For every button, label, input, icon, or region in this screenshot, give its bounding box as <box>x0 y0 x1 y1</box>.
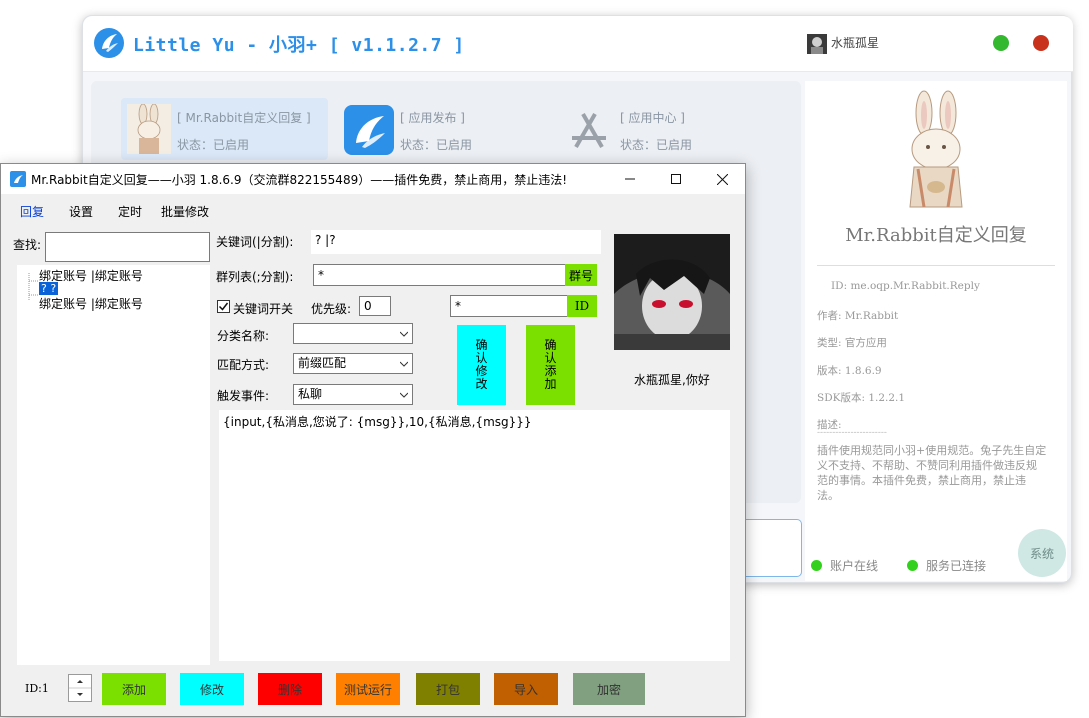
match-select[interactable]: 前缀匹配 <box>293 353 413 374</box>
reply-tree[interactable]: 绑定账号 |绑定账号 ? ? 绑定账号 |绑定账号 <box>17 265 210 665</box>
confirm-add-button[interactable]: 确认添加 <box>526 325 575 405</box>
test-run-button[interactable]: 测试运行 <box>336 673 400 705</box>
id-stepper[interactable] <box>68 674 92 702</box>
trigger-label: 触发事件: <box>217 389 270 403</box>
category-label: 分类名称: <box>217 329 270 343</box>
confirm-modify-button[interactable]: 确认修改 <box>457 325 506 405</box>
plugin-status: 状态：已启用 <box>400 138 473 152</box>
close-button[interactable] <box>699 164 745 194</box>
plugin-detail-panel: Mr.Rabbit自定义回复 ID: me.oqp.Mr.Rabbit.Repl… <box>805 81 1067 581</box>
stepper-arrows-icon <box>69 680 91 696</box>
plugin-description: 插件使用规范同小羽+使用规范。兔子先生自定义不支持、不帮助、不赞同利用插件做违反… <box>817 444 1047 502</box>
plugin-version: 版本: 1.8.6.9 <box>817 365 882 377</box>
tab-reply[interactable]: 回复 <box>20 203 44 220</box>
id-input[interactable]: * <box>450 295 568 317</box>
tab-batch-edit[interactable]: 批量修改 <box>161 203 209 220</box>
plugin-name: [ 应用发布 ] <box>400 111 465 125</box>
pack-button[interactable]: 打包 <box>416 673 480 705</box>
plugin-window: Mr.Rabbit自定义回复——小羽 1.8.6.9（交流群822155489）… <box>0 163 746 717</box>
plugin-card-rabbit[interactable]: [ Mr.Rabbit自定义回复 ] 状态：已启用 <box>121 98 328 160</box>
group-number-button[interactable]: 群号 <box>565 264 597 286</box>
plugin-window-titlebar: Mr.Rabbit自定义回复——小羽 1.8.6.9（交流群822155489）… <box>1 164 745 194</box>
plugin-detail-name: Mr.Rabbit自定义回复 <box>845 225 1027 246</box>
message-input[interactable] <box>738 519 802 577</box>
plugin-card-publish[interactable]: [ 应用发布 ] 状态：已启用 <box>344 98 544 160</box>
plugin-sdk-version: SDK版本: 1.2.2.1 <box>817 392 906 404</box>
greeting-text: 水瓶孤星,你好 <box>634 373 710 387</box>
plugin-status: 状态：已启用 <box>620 138 693 152</box>
account-status-dot <box>811 560 822 571</box>
system-button[interactable]: 系统 <box>1018 529 1066 577</box>
match-label: 匹配方式: <box>217 358 270 372</box>
app-logo-icon <box>93 27 125 59</box>
user-avatar <box>614 234 730 350</box>
service-status: 服务已连接 <box>926 559 987 573</box>
account-status: 账户在线 <box>830 559 879 573</box>
launcher-titlebar: Little Yu - 小羽+ [ v1.1.2.7 ] 水瓶孤星 <box>83 16 1073 72</box>
divider <box>817 265 1055 266</box>
feather-icon <box>344 105 394 155</box>
tree-item[interactable]: 绑定账号 |绑定账号 <box>39 295 143 312</box>
reply-content-textarea[interactable]: {input,{私消息,您说了: {msg}},10,{私消息,{msg}}} <box>219 410 730 661</box>
minimize-button[interactable] <box>993 35 1009 51</box>
user-avatar[interactable] <box>807 34 827 54</box>
group-list-input[interactable]: * <box>313 264 567 286</box>
keyword-label: 关键词(|分割): <box>216 235 294 249</box>
confirm-modify-label: 确认修改 <box>475 338 488 391</box>
delete-button[interactable]: 删除 <box>258 673 322 705</box>
priority-input[interactable]: 0 <box>359 296 391 316</box>
import-button[interactable]: 导入 <box>494 673 558 705</box>
plugin-card-app-center[interactable]: [ 应用中心 ] 状态：已启用 <box>564 98 764 160</box>
add-button[interactable]: 添加 <box>102 673 166 705</box>
category-select[interactable] <box>293 323 413 344</box>
plugin-id: ID: me.oqp.Mr.Rabbit.Reply <box>831 280 980 292</box>
priority-label: 优先级: <box>311 302 352 316</box>
chevron-down-icon <box>400 331 408 337</box>
plugin-window-title: Mr.Rabbit自定义回复——小羽 1.8.6.9（交流群822155489）… <box>31 173 568 187</box>
plugin-name: [ 应用中心 ] <box>620 111 685 125</box>
plugin-type: 类型: 官方应用 <box>817 337 887 349</box>
keyword-switch-label: 关键词开关 <box>233 302 294 316</box>
app-store-icon <box>564 105 614 155</box>
rabbit-icon <box>127 104 171 154</box>
plugin-name: [ Mr.Rabbit自定义回复 ] <box>177 111 311 125</box>
search-label: 查找: <box>13 238 42 252</box>
tab-schedule[interactable]: 定时 <box>118 203 142 220</box>
keyword-input[interactable]: ? |? <box>311 230 601 254</box>
id-label: ID:1 <box>25 682 49 695</box>
keyword-switch-checkbox[interactable] <box>217 300 230 313</box>
launcher-title: Little Yu - 小羽+ [ v1.1.2.7 ] <box>133 35 465 56</box>
encrypt-button[interactable]: 加密 <box>573 673 645 705</box>
modify-button[interactable]: 修改 <box>180 673 244 705</box>
rabbit-illustration <box>888 89 984 209</box>
service-status-dot <box>907 560 918 571</box>
description-divider: ----------------------- <box>817 428 887 438</box>
plugin-author: 作者: Mr.Rabbit <box>817 310 899 322</box>
group-list-label: 群列表(;分割): <box>216 270 294 284</box>
tree-item-selected[interactable]: ? ? <box>39 282 59 295</box>
chevron-down-icon <box>400 361 408 367</box>
trigger-select[interactable]: 私聊 <box>293 384 413 405</box>
close-button[interactable] <box>1033 35 1049 51</box>
match-value: 前缀匹配 <box>298 356 347 370</box>
current-user-name[interactable]: 水瓶孤星 <box>831 34 879 51</box>
confirm-add-label: 确认添加 <box>544 338 557 391</box>
minimize-button[interactable] <box>607 164 653 194</box>
maximize-button[interactable] <box>653 164 699 194</box>
plugin-status: 状态：已启用 <box>177 138 250 152</box>
tab-settings[interactable]: 设置 <box>69 203 93 220</box>
id-button[interactable]: ID <box>567 295 597 317</box>
window-icon <box>10 171 26 187</box>
chevron-down-icon <box>400 392 408 398</box>
trigger-value: 私聊 <box>298 387 323 401</box>
menu-bar: 回复 设置 定时 批量修改 <box>1 194 745 224</box>
search-input[interactable] <box>45 232 210 262</box>
